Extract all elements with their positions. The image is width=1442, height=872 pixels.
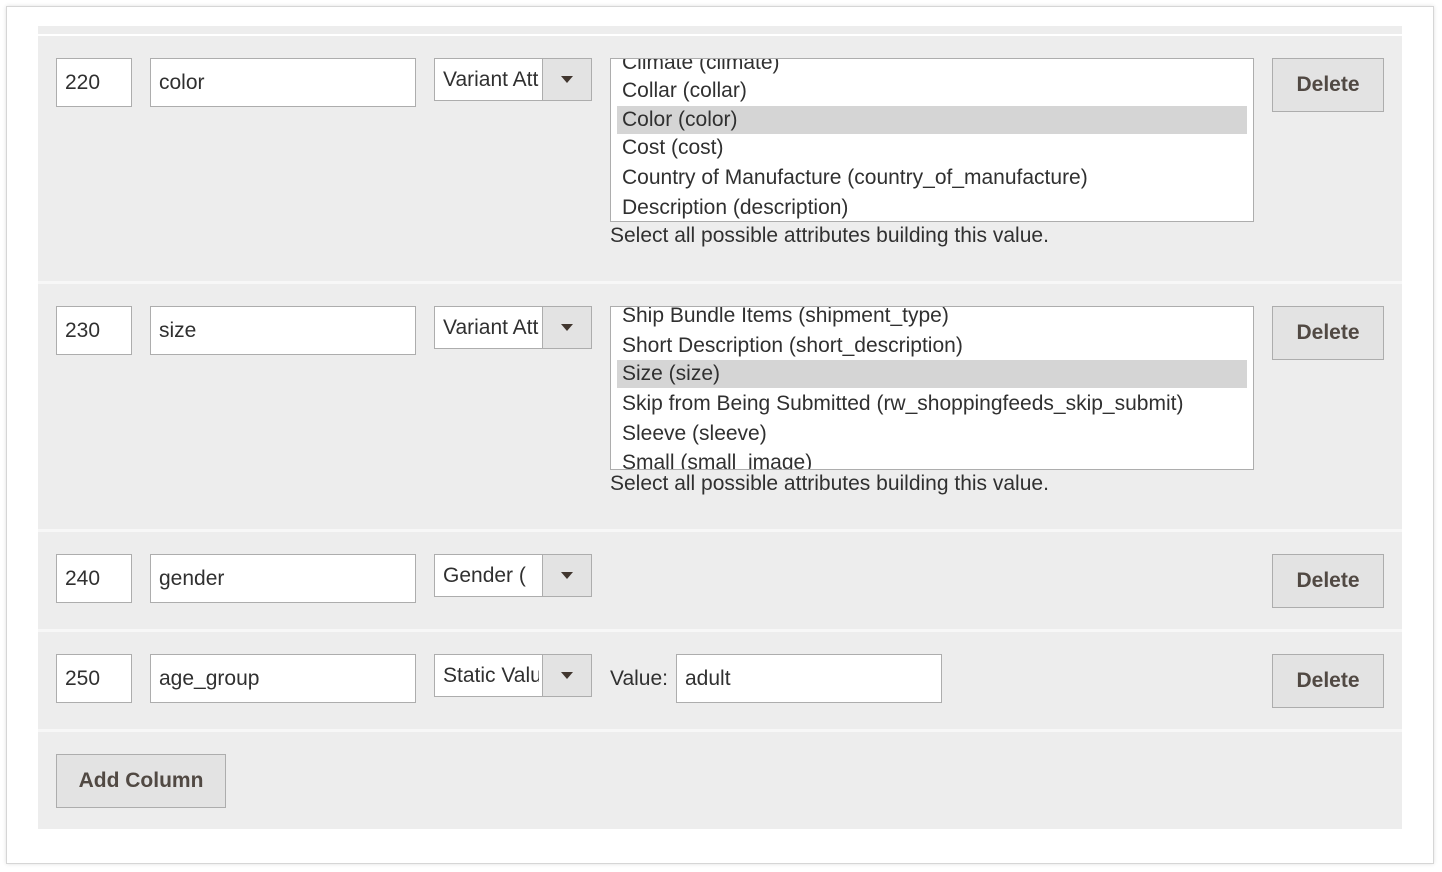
attribute-option-selected[interactable]: Size (size): [617, 360, 1247, 388]
attribute-option[interactable]: Short Description (short_description): [617, 332, 1247, 360]
column-type-select[interactable]: Static Value: [434, 654, 592, 697]
delete-button[interactable]: Delete: [1272, 306, 1384, 360]
add-column-button[interactable]: Add Column: [56, 754, 226, 808]
chevron-down-icon[interactable]: [542, 59, 591, 100]
column-name-input[interactable]: size: [150, 306, 416, 355]
delete-button[interactable]: Delete: [1272, 58, 1384, 112]
attribute-option[interactable]: Sleeve (sleeve): [617, 420, 1247, 448]
attribute-option[interactable]: Climate (climate): [617, 59, 1247, 77]
attribute-option-selected[interactable]: Color (color): [617, 106, 1247, 134]
column-type-select[interactable]: Variant Attribute: [434, 306, 592, 349]
sort-order-input[interactable]: 220: [56, 58, 132, 107]
table-footer: Add Column: [38, 732, 1402, 829]
attribute-option[interactable]: Cost (cost): [617, 134, 1247, 162]
attribute-hint: Select all possible attributes building …: [610, 472, 1049, 495]
column-row-size: 230 size Variant Attribute Ship Bundle I…: [38, 284, 1402, 529]
attribute-option[interactable]: Country of Manufacture (country_of_manuf…: [617, 164, 1247, 192]
column-type-value: Static Value: [443, 664, 539, 687]
chevron-down-icon[interactable]: [542, 655, 591, 696]
attribute-option[interactable]: Description (description): [617, 194, 1247, 221]
attribute-multiselect[interactable]: Climate (climate) Collar (collar) Color …: [610, 58, 1254, 222]
chevron-down-icon[interactable]: [542, 307, 591, 348]
attribute-option[interactable]: Ship Bundle Items (shipment_type): [617, 307, 1247, 330]
sort-order-input[interactable]: 230: [56, 306, 132, 355]
column-type-select[interactable]: Gender (: [434, 554, 592, 597]
column-name-input[interactable]: gender: [150, 554, 416, 603]
column-type-value: Variant Attribute: [443, 68, 539, 91]
sort-order-input[interactable]: 240: [56, 554, 132, 603]
column-type-value: Variant Attribute: [443, 316, 539, 339]
delete-button[interactable]: Delete: [1272, 654, 1384, 708]
sort-order-input[interactable]: 250: [56, 654, 132, 703]
column-row-color: 220 color Variant Attribute Climate (cli…: [38, 36, 1402, 281]
static-value-input[interactable]: adult: [676, 654, 942, 703]
attribute-option[interactable]: Small (small_image): [617, 449, 1247, 469]
static-value-label: Value:: [610, 667, 668, 690]
column-name-input[interactable]: color: [150, 58, 416, 107]
column-type-select[interactable]: Variant Attribute: [434, 58, 592, 101]
column-name-input[interactable]: age_group: [150, 654, 416, 703]
column-row-age-group: 250 age_group Static Value Value: adult …: [38, 632, 1402, 729]
attribute-option[interactable]: Collar (collar): [617, 77, 1247, 105]
attribute-hint: Select all possible attributes building …: [610, 224, 1049, 247]
column-type-value: Gender (: [443, 564, 526, 587]
delete-button[interactable]: Delete: [1272, 554, 1384, 608]
attribute-option[interactable]: Skip from Being Submitted (rw_shoppingfe…: [617, 390, 1247, 418]
column-row-gender: 240 gender Gender ( Delete: [38, 532, 1402, 629]
table-top-strip: [38, 26, 1402, 34]
attribute-multiselect[interactable]: Ship Bundle Items (shipment_type) Short …: [610, 306, 1254, 470]
chevron-down-icon[interactable]: [542, 555, 591, 596]
